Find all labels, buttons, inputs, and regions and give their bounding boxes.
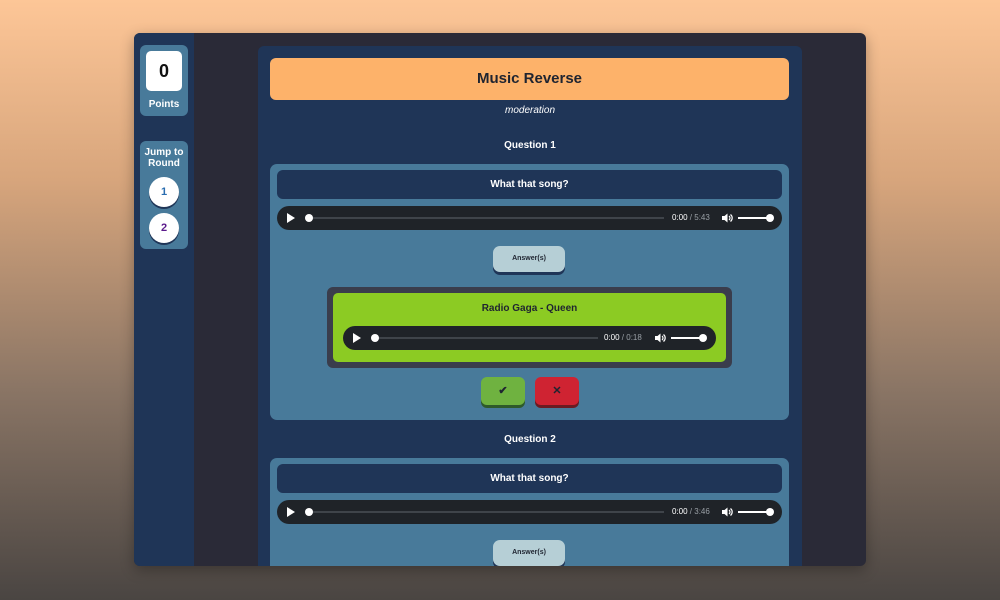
volume-icon[interactable]	[721, 212, 733, 224]
progress-track[interactable]	[307, 217, 664, 219]
time-current: 0:00	[604, 333, 620, 342]
question-2-prompt: What that song?	[277, 464, 782, 493]
question-1-label: Question 1	[504, 140, 556, 151]
question-1-card: What that song? 0:00 / 5:43 Answer(s) Ra…	[270, 164, 789, 420]
answer-card: Radio Gaga - Queen 0:00 / 0:18	[333, 293, 726, 362]
check-icon: ✔	[498, 385, 508, 397]
volume-thumb[interactable]	[766, 214, 774, 222]
question-2-label: Question 2	[504, 434, 556, 445]
play-icon[interactable]	[353, 333, 361, 343]
progress-track[interactable]	[307, 511, 664, 513]
round-button-2[interactable]: 2	[149, 213, 179, 243]
progress-track[interactable]	[373, 337, 598, 339]
answers-button[interactable]: Answer(s)	[493, 540, 565, 566]
answer-panel: Radio Gaga - Queen 0:00 / 0:18	[327, 287, 732, 368]
question-2-card: What that song? 0:00 / 3:46 Answer(s)	[270, 458, 789, 566]
app-window: 0 Points Jump to Round 1 2 Music Reverse…	[134, 33, 866, 566]
progress-thumb[interactable]	[371, 334, 379, 342]
answer-text: Radio Gaga - Queen	[481, 303, 578, 314]
mark-wrong-button[interactable]: ✕	[535, 377, 579, 405]
points-panel: 0 Points	[140, 45, 188, 116]
audio-time: 0:00 / 5:43	[672, 206, 710, 230]
sidebar: 0 Points Jump to Round 1 2	[134, 33, 194, 566]
progress-thumb[interactable]	[305, 508, 313, 516]
progress-thumb[interactable]	[305, 214, 313, 222]
question-1-prompt: What that song?	[277, 170, 782, 199]
audio-time: 0:00 / 3:46	[672, 500, 710, 524]
play-icon[interactable]	[287, 213, 295, 223]
jump-to-round-label: Jump to Round	[140, 147, 188, 169]
question-1-audio-player[interactable]: 0:00 / 5:43	[277, 206, 782, 230]
answers-button[interactable]: Answer(s)	[493, 246, 565, 272]
answer-audio-player[interactable]: 0:00 / 0:18	[343, 326, 716, 350]
round-button-1[interactable]: 1	[149, 177, 179, 207]
volume-thumb[interactable]	[766, 508, 774, 516]
time-total: / 0:18	[619, 333, 642, 342]
audio-time: 0:00 / 0:18	[604, 326, 642, 350]
time-total: / 3:46	[687, 507, 710, 516]
play-icon[interactable]	[287, 507, 295, 517]
points-value: 0	[146, 51, 182, 91]
cross-icon: ✕	[552, 385, 562, 397]
jump-to-round-panel: Jump to Round 1 2	[140, 141, 188, 249]
volume-icon[interactable]	[721, 506, 733, 518]
page-title: Music Reverse	[270, 58, 789, 100]
jump-label-line2: Round	[148, 158, 180, 169]
page-subtitle: moderation	[504, 105, 556, 116]
time-total: / 5:43	[687, 213, 710, 222]
volume-thumb[interactable]	[699, 334, 707, 342]
volume-icon[interactable]	[654, 332, 666, 344]
question-2-audio-player[interactable]: 0:00 / 3:46	[277, 500, 782, 524]
points-label: Points	[148, 99, 180, 110]
main-content: Music Reverse moderation Question 1 What…	[258, 46, 802, 566]
mark-correct-button[interactable]: ✔	[481, 377, 525, 405]
jump-label-line1: Jump to	[144, 147, 184, 158]
time-current: 0:00	[672, 213, 688, 222]
time-current: 0:00	[672, 507, 688, 516]
